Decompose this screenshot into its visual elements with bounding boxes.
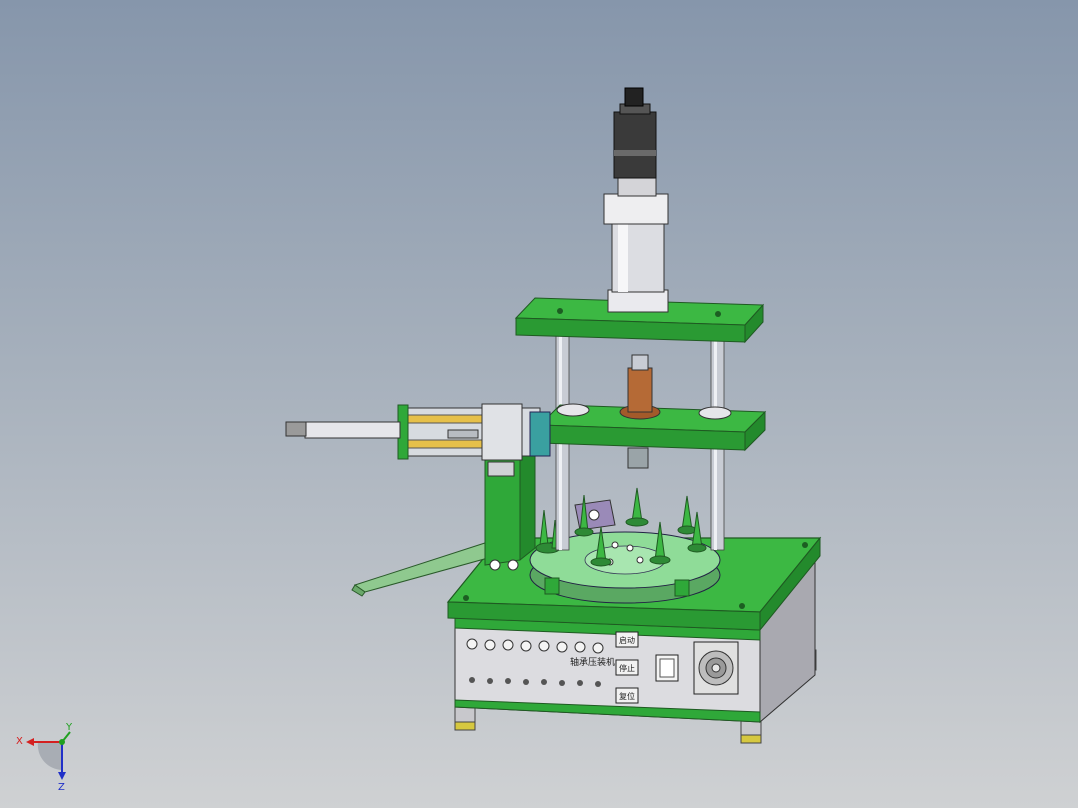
start-button-label: 启动 [619, 635, 635, 645]
middle-plate [538, 354, 767, 469]
cad-viewport[interactable]: 轴承压装机 启动 停止 复位 X Y Z [0, 0, 1078, 808]
press-cylinder [603, 87, 669, 313]
panel-title: 轴承压装机 [570, 656, 615, 668]
push-cylinder [285, 403, 551, 477]
machine-model[interactable]: 轴承压装机 启动 停止 复位 [0, 0, 1078, 808]
stop-button-label: 停止 [619, 663, 635, 673]
reset-button-label: 复位 [619, 691, 635, 701]
